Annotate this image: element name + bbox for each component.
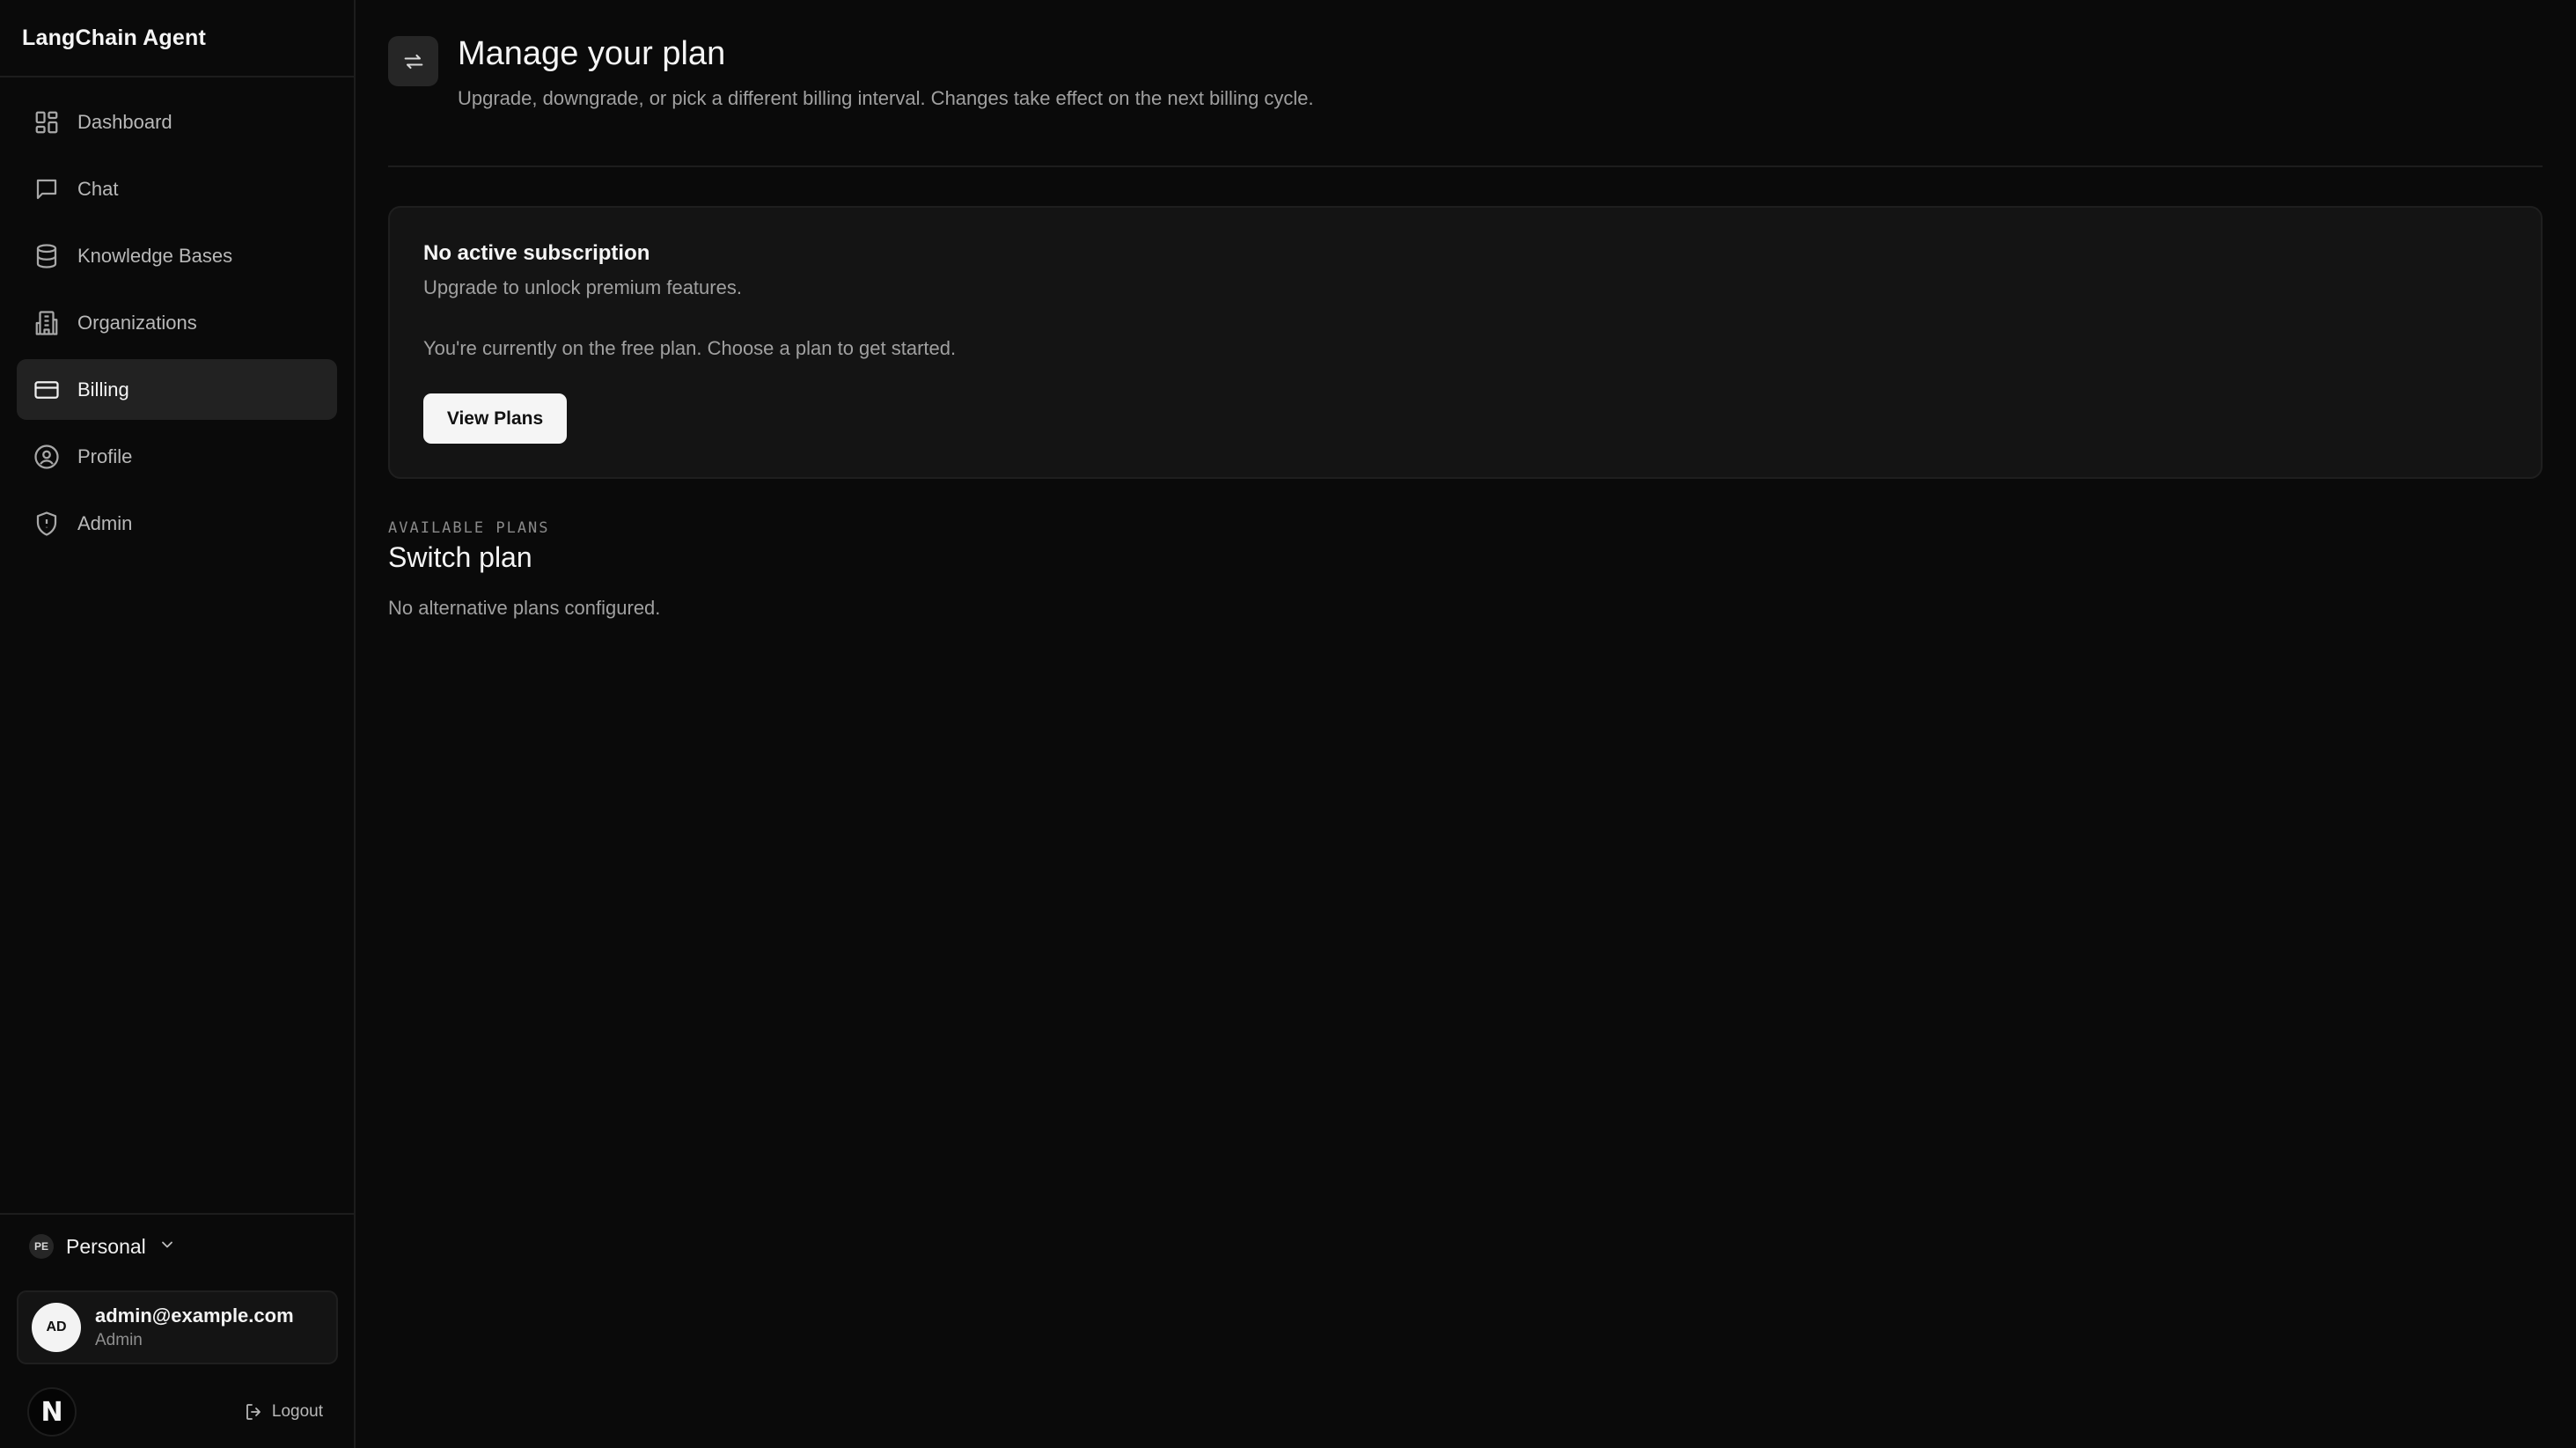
sidebar-item-knowledge-bases[interactable]: Knowledge Bases [17, 225, 337, 286]
sidebar-item-label: Chat [77, 177, 119, 200]
swap-arrows-icon [388, 36, 438, 86]
avatar: AD [32, 1303, 81, 1352]
credit-card-icon [33, 377, 60, 403]
theme-toggle-button[interactable]: N [27, 1387, 77, 1437]
subscription-card: No active subscription Upgrade to unlock… [388, 206, 2543, 479]
sidebar-item-profile[interactable]: Profile [17, 426, 337, 487]
logout-icon [246, 1404, 261, 1420]
org-name: Personal [66, 1234, 146, 1258]
sidebar-item-label: Profile [77, 445, 133, 467]
sidebar-item-label: Organizations [77, 311, 197, 334]
view-plans-button[interactable]: View Plans [423, 393, 567, 444]
n-logo-icon: N [40, 1396, 63, 1428]
page-subtitle: Upgrade, downgrade, or pick a different … [458, 87, 1314, 109]
page-title: Manage your plan [458, 35, 726, 72]
database-icon [33, 243, 60, 269]
sidebar-item-label: Billing [77, 378, 129, 401]
building-icon [33, 310, 60, 336]
dashboard-icon [33, 109, 60, 136]
sidebar-item-label: Dashboard [77, 110, 172, 133]
sidebar-item-label: Knowledge Bases [77, 244, 233, 267]
sidebar-item-billing[interactable]: Billing [17, 359, 337, 420]
user-role: Admin [95, 1331, 143, 1349]
sidebar-footer: PE Personal AD admin@example.com Admin N [0, 1213, 354, 1448]
chat-icon [33, 176, 60, 202]
subscription-body: You're currently on the free plan. Choos… [423, 337, 957, 359]
plans-empty-message: No alternative plans configured. [388, 597, 661, 619]
sidebar: LangChain Agent Dashboard Chat Knowledge… [0, 0, 356, 1448]
page-header: Manage your plan Upgrade, downgrade, or … [388, 35, 2543, 167]
plans-title: Switch plan [388, 541, 532, 573]
user-card[interactable]: AD admin@example.com Admin [17, 1290, 338, 1364]
main-content: Manage your plan Upgrade, downgrade, or … [356, 0, 2576, 1448]
user-email: admin@example.com [95, 1305, 294, 1327]
sidebar-item-label: Admin [77, 511, 133, 534]
sidebar-item-organizations[interactable]: Organizations [17, 292, 337, 353]
sidebar-item-admin[interactable]: Admin [17, 493, 337, 554]
sidebar-nav: Dashboard Chat Knowledge Bases Organizat… [0, 77, 354, 554]
user-info: admin@example.com Admin [95, 1305, 294, 1350]
org-badge: PE [29, 1234, 54, 1259]
user-circle-icon [33, 444, 60, 470]
chevron-down-icon [158, 1236, 176, 1258]
logout-label: Logout [271, 1402, 323, 1421]
sidebar-item-dashboard[interactable]: Dashboard [17, 92, 337, 152]
shield-icon [33, 511, 60, 537]
sidebar-item-chat[interactable]: Chat [17, 158, 337, 219]
subscription-title: No active subscription [423, 241, 650, 265]
subscription-description: Upgrade to unlock premium features. [423, 276, 742, 298]
logout-button[interactable]: Logout [244, 1401, 323, 1422]
org-switcher[interactable]: PE Personal [29, 1234, 176, 1259]
plans-eyebrow: AVAILABLE PLANS [388, 519, 550, 537]
app-title: LangChain Agent [0, 0, 354, 77]
